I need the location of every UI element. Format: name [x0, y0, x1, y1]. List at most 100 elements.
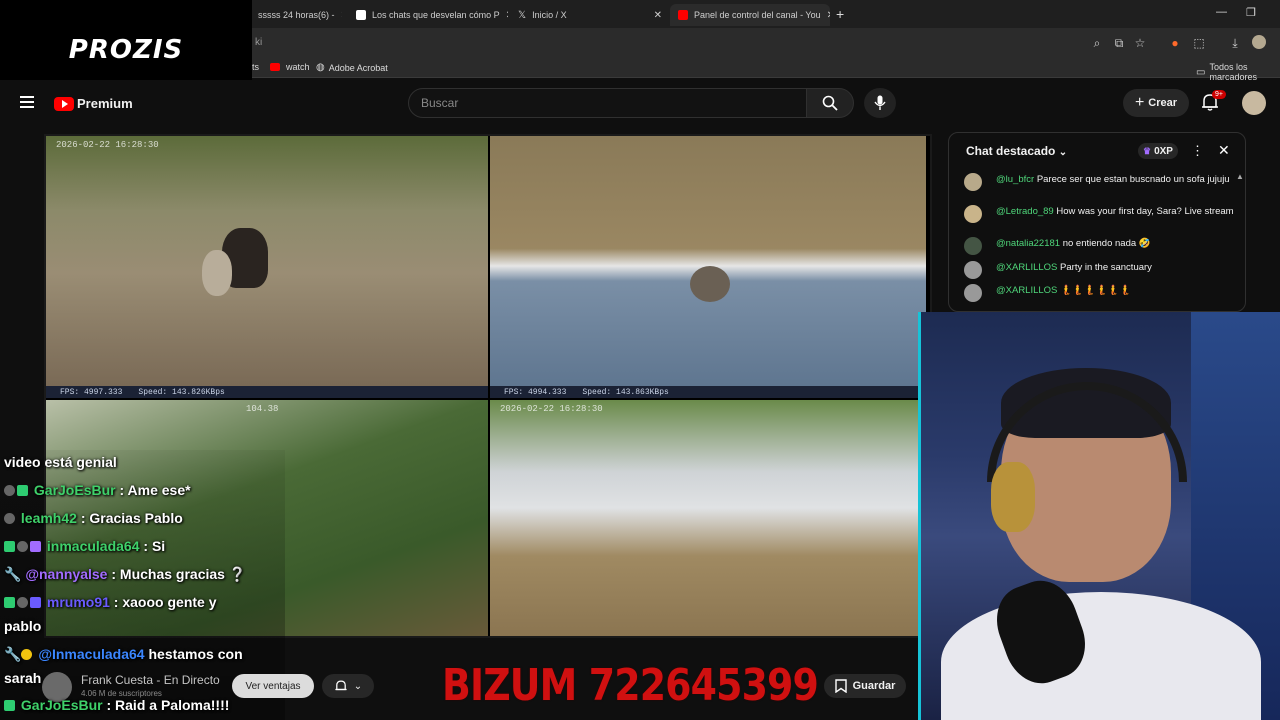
tab-label: sssss 24 horas(6) - [258, 10, 335, 20]
chat-text: 🧜🧜🧜🧜🧜🧜 [1060, 285, 1132, 296]
subscription-bell-button[interactable]: ⌄ [322, 674, 374, 698]
menu-icon[interactable] [20, 96, 34, 108]
close-tab-icon[interactable]: ✕ [654, 10, 662, 21]
chat-line-text: video está genial [4, 454, 117, 470]
close-chat-icon[interactable]: ✕ [1218, 142, 1230, 159]
animal-shape [202, 250, 232, 296]
chat-message: @XARLILLOS 🧜🧜🧜🧜🧜🧜 [964, 284, 1234, 302]
chat-username[interactable]: @XARLILLOS [996, 262, 1057, 273]
close-tab-icon[interactable]: ✕ [506, 10, 508, 21]
tab-favicon-icon [356, 10, 366, 20]
bookmark-star-icon[interactable]: ☆ [1133, 36, 1147, 50]
camera-stats-bar: FPS: 4997.333 Speed: 143.826KBps [46, 386, 488, 398]
extensions-puzzle-icon[interactable]: ⬚ [1192, 36, 1206, 50]
notification-badge: 9+ [1212, 90, 1226, 99]
vip-badge-icon [4, 700, 15, 711]
all-bookmarks[interactable]: ▭ Todos los marcadores [1196, 62, 1280, 82]
search-input[interactable]: Buscar [408, 88, 807, 118]
tab-label: Inicio / X [532, 10, 567, 20]
folder-icon: ▭ [1196, 66, 1206, 78]
vip-badge-icon [4, 597, 15, 608]
chat-username[interactable]: @natalia22181 [996, 238, 1060, 249]
voice-search-button[interactable] [864, 88, 896, 118]
bookmark-item[interactable]: ◍ Adobe Acrobat [316, 62, 388, 73]
account-avatar[interactable] [1242, 91, 1266, 115]
browser-tab-active[interactable]: Panel de control del canal - You ✕ [670, 4, 830, 26]
save-button[interactable]: Guardar [824, 674, 906, 698]
browser-tab[interactable]: sssss 24 horas(6) - ✕ [250, 4, 342, 26]
bell-icon [335, 680, 347, 691]
stream-chat-line: leamh42 : Gracias Pablo [4, 510, 183, 526]
chat-line-text: : Raid a Paloma!!!! [102, 697, 230, 713]
camera-feed: 2026-02-22 16:28:30 [490, 400, 926, 636]
xp-label: 0XP [1154, 145, 1173, 157]
chat-username[interactable]: @Letrado_89 [996, 206, 1054, 217]
chat-line-text: sarah [4, 670, 42, 686]
chevron-down-icon: ⌄ [1058, 147, 1068, 158]
bookmark-label: Todos los marcadores [1209, 62, 1257, 82]
chat-username: GarJoEsBur [33, 482, 116, 498]
chat-message: @Letrado_89 How was your first day, Sara… [964, 205, 1234, 223]
chat-avatar [964, 237, 982, 255]
search-icon [822, 95, 838, 111]
browser-tab[interactable]: Los chats que desvelan cómo P ✕ [348, 4, 508, 26]
close-tab-icon[interactable]: ✕ [827, 10, 830, 21]
chat-username: GarJoEsBur [20, 697, 103, 713]
chat-username: inmaculada64 [46, 538, 140, 554]
badge-icon [21, 649, 33, 660]
youtube-play-icon [54, 96, 74, 111]
create-button[interactable]: + Crear [1123, 89, 1189, 117]
chat-username[interactable]: @lu_bfcr [996, 174, 1034, 185]
chat-username: mrumo91 [46, 594, 110, 610]
crown-icon: ♛ [1143, 145, 1152, 156]
bookmark-label: watch [286, 62, 310, 72]
bookmark-item[interactable]: ts [252, 62, 259, 72]
camera-timestamp: 104.38 [246, 404, 279, 414]
close-tab-icon[interactable]: ✕ [341, 10, 342, 21]
chat-message: @lu_bfcr Parece ser que estan buscnado u… [964, 173, 1234, 191]
save-label: Guardar [852, 680, 896, 692]
xp-badge[interactable]: ♛ 0XP [1138, 143, 1178, 159]
channel-name[interactable]: Frank Cuesta - En Directo [81, 673, 220, 687]
bookmark-label: ts [252, 62, 260, 72]
stream-chat-line: 🔧 @nannyalse : Muchas gracias ❔ [4, 566, 246, 583]
profile-avatar[interactable] [1252, 35, 1266, 49]
scroll-up-icon[interactable]: ▲ [1236, 172, 1244, 181]
download-icon[interactable]: ⤓ [1228, 36, 1242, 50]
bookmark-item[interactable]: watch [270, 62, 310, 72]
browser-tab[interactable]: 𝕏 Inicio / X ✕ [510, 4, 670, 26]
chat-avatar [964, 284, 982, 302]
more-options-icon[interactable]: ⋮ [1191, 143, 1204, 159]
stream-chat-line: sarah [4, 670, 41, 686]
chevron-down-icon: ⌄ [353, 680, 363, 692]
chat-title-dropdown[interactable]: Chat destacado ⌄ [966, 144, 1067, 158]
chat-username[interactable]: @XARLILLOS [996, 285, 1057, 296]
camera-stats-bar: FPS: 4994.333 Speed: 143.863KBps [490, 386, 926, 398]
headphone-ear-left [991, 462, 1035, 532]
minimize-icon[interactable]: — [1216, 6, 1227, 18]
chat-line-text: pablo [4, 618, 42, 634]
install-icon[interactable]: ⧉ [1112, 36, 1126, 50]
stream-chat-line: inmaculada64 : Si [4, 538, 165, 554]
chat-line-text: : Gracias Pablo [76, 510, 183, 526]
stream-chat-line: video está genial [4, 454, 117, 470]
search-button[interactable] [806, 88, 854, 118]
chat-line-text: : Si [139, 538, 166, 554]
chat-line-text: : xaooo gente y [109, 594, 217, 610]
url-text[interactable]: ki [255, 37, 262, 48]
new-tab-icon[interactable]: + [836, 6, 844, 22]
prozis-logo-text: PROZIS [68, 35, 184, 65]
tab-label: Panel de control del canal - You [694, 10, 821, 20]
perks-button[interactable]: Ver ventajas [232, 674, 314, 698]
speed-readout: Speed: 143.863KBps [582, 387, 669, 397]
youtube-logo[interactable]: Premium [54, 96, 133, 111]
zoom-icon[interactable]: ⌕ [1090, 36, 1104, 50]
extension-icon[interactable]: ● [1168, 36, 1182, 50]
camera-timestamp: 2026-02-22 16:28:30 [56, 140, 159, 150]
chat-avatar [964, 261, 982, 279]
wrench-icon: 🔧 [4, 566, 22, 582]
bookmark-label: Adobe Acrobat [328, 62, 388, 73]
restore-icon[interactable]: ❐ [1246, 6, 1256, 19]
tab-label: Los chats que desvelan cómo P [372, 10, 500, 20]
stream-chat-line: mrumo91 : xaooo gente y [4, 594, 217, 610]
